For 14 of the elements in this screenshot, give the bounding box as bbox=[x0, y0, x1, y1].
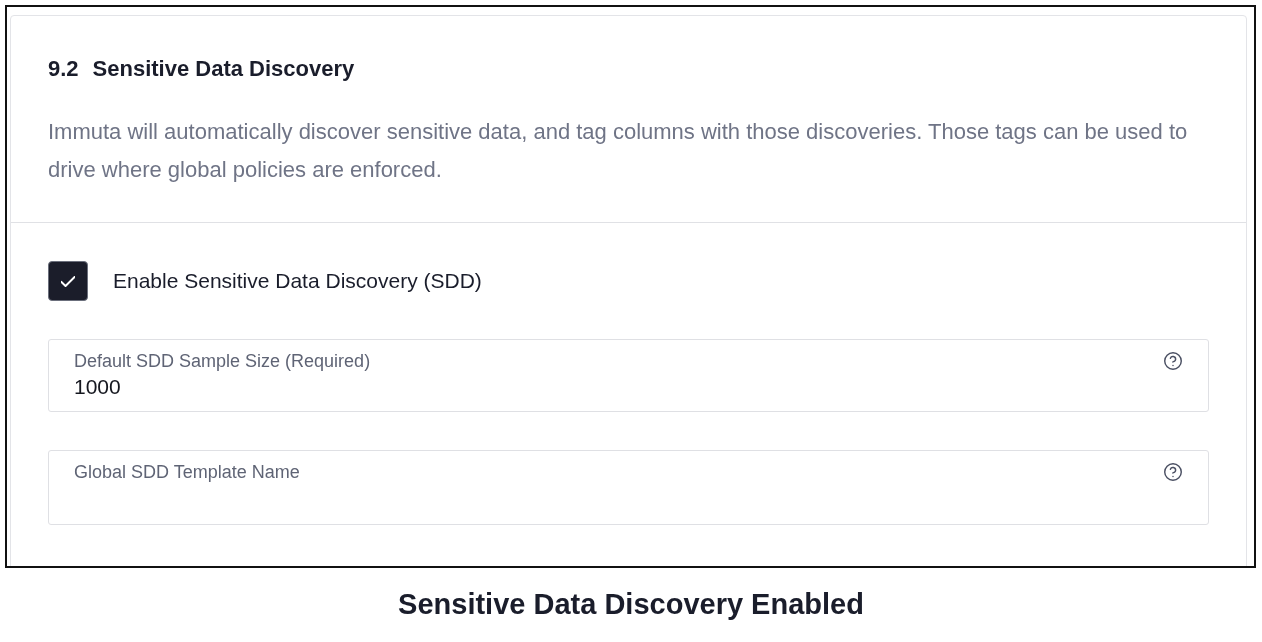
figure-caption: Sensitive Data Discovery Enabled bbox=[398, 587, 864, 621]
input-field[interactable]: Global SDD Template Name bbox=[48, 450, 1209, 525]
section-title: Sensitive Data Discovery bbox=[92, 56, 355, 82]
section-number: 9.2 bbox=[48, 56, 79, 82]
checkbox[interactable] bbox=[48, 261, 88, 301]
field-label: Default SDD Sample Size (Required) bbox=[74, 350, 371, 372]
field-value: 1000 bbox=[74, 374, 121, 400]
field-label: Global SDD Template Name bbox=[74, 461, 300, 483]
help-icon[interactable] bbox=[1164, 352, 1182, 370]
help-icon[interactable] bbox=[1164, 463, 1182, 481]
check-icon bbox=[61, 275, 75, 287]
input-field[interactable]: Default SDD Sample Size (Required) 1000 bbox=[48, 339, 1209, 412]
checkbox-label: Enable Sensitive Data Discovery (SDD) bbox=[113, 268, 482, 294]
section-description: Immuta will automatically discover sensitive data, and tag columns with those discoveries. Those tags can be used to drive where global policies are enforced. bbox=[48, 118, 1189, 184]
